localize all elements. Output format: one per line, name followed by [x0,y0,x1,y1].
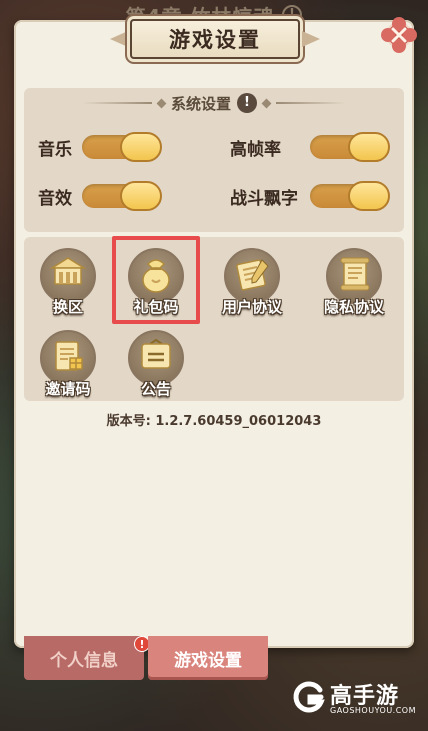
version-text: 版本号: 1.2.7.60459_06012043 [106,414,322,429]
announcement-icon [141,338,171,369]
user-agreement-scroll-icon [236,259,269,291]
watermark-domain: GAOSHOUYOU.COM [330,706,417,715]
tab-label: 游戏设置 [174,650,242,671]
close-button[interactable] [378,14,420,56]
sound-effects-toggle[interactable] [82,181,162,211]
banner-right-ornament [302,31,320,47]
action-label: 邀请码 [45,380,91,398]
action-label: 公告 [140,380,171,398]
toggle-knob [348,181,390,211]
section-heading: 系统设置 ! [24,92,404,114]
dialog-title-banner: 游戏设置 [110,19,320,59]
divider-line [81,102,152,104]
divider-line [276,102,346,104]
setting-label: 音效 [38,189,72,209]
music-toggle[interactable] [82,132,162,162]
setting-label: 战斗飘字 [230,189,298,209]
setting-sound-effects: 音效 [38,184,72,209]
gift-code-highlight-box [112,236,200,324]
invite-code-icon [55,341,83,371]
divider-ornament [156,98,167,108]
info-icon[interactable]: ! [237,93,257,113]
invite-code-button[interactable]: 邀请码 [28,326,108,406]
dialog-title: 游戏设置 [169,28,261,52]
setting-label: 音乐 [38,140,72,160]
setting-high-framerate: 高帧率 [230,135,281,160]
banner-left-ornament [110,31,128,47]
tab-game-settings[interactable]: 游戏设置 [148,636,268,680]
setting-label: 高帧率 [230,140,281,160]
toggle-knob [120,132,162,162]
close-icon [381,17,417,53]
toggle-knob [120,181,162,211]
system-settings-section: 系统设置 ! 音乐 高帧率 音效 战斗飘字 [24,88,404,232]
setting-battle-floating-text: 战斗飘字 [230,184,298,209]
watermark: 高手游 GAOSHOUYOU.COM [290,676,422,724]
setting-music: 音乐 [38,135,72,160]
action-label: 用户协议 [221,298,282,316]
action-label: 换区 [52,298,83,316]
action-label: 隐私协议 [323,298,384,316]
brand-logo-icon [293,681,325,713]
user-agreement-button[interactable]: 用户协议 [212,244,292,324]
announcement-button[interactable]: 公告 [116,326,196,406]
tab-profile[interactable]: 个人信息 [24,636,144,680]
battle-floating-text-toggle[interactable] [310,181,390,211]
tab-label: 个人信息 [50,650,118,671]
toggle-knob [348,132,390,162]
section-title: 系统设置 [170,94,231,113]
switch-server-button[interactable]: 换区 [28,244,108,324]
divider-ornament [261,98,272,108]
switch-server-icon [49,257,87,285]
privacy-scroll-icon [340,257,370,291]
privacy-agreement-button[interactable]: 隐私协议 [314,244,394,324]
high-framerate-toggle[interactable] [310,132,390,162]
